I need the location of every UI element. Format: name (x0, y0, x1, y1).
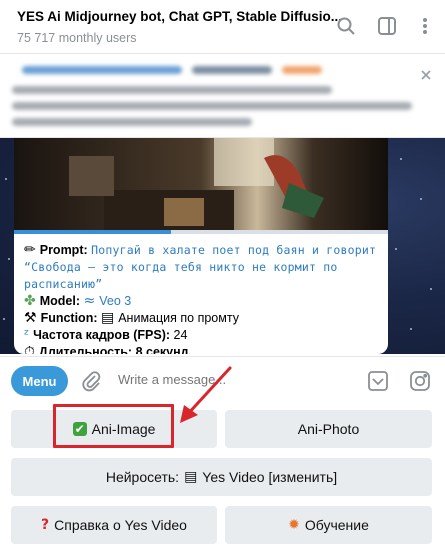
neuro-value: Yes Video [изменить] (202, 469, 338, 485)
question-icon: ? (41, 517, 50, 533)
pencil-icon: ✏ (24, 242, 36, 258)
ani-image-button[interactable]: ✔ Ani-Image (11, 410, 217, 448)
duration-label: Длительность: 8 секунд (38, 345, 189, 354)
fps-label: Частота кадров (FPS): (33, 328, 171, 342)
timer-icon: ⏱ (24, 344, 35, 354)
video-progress-bar[interactable] (14, 230, 388, 234)
function-value: Анимация по промту (118, 311, 239, 325)
paperclip-icon[interactable] (80, 369, 102, 393)
neuro-label: Нейросеть: (105, 469, 180, 485)
fps-value: 24 (173, 328, 188, 342)
learn-label: Обучение (304, 517, 369, 533)
message-bubble: ✏ Prompt: Попугай в халате поет под баян … (14, 138, 388, 354)
prompt-label: Prompt: (39, 243, 88, 257)
chat-header: YES Ai Midjourney bot, Chat GPT, Stable … (0, 0, 445, 54)
ani-photo-button[interactable]: Ani-Photo (225, 410, 432, 448)
message-composer: Menu (0, 356, 445, 404)
tools-icon: ⚒ (24, 310, 37, 326)
close-icon[interactable] (419, 68, 433, 82)
ani-photo-label: Ani-Photo (297, 421, 360, 437)
film-icon: ▤ (100, 310, 115, 326)
sleep-icon: ᶻ (24, 327, 30, 343)
help-label: Справка о Yes Video (54, 517, 187, 533)
explosion-icon: ✹ (288, 517, 300, 533)
video-progress-fill (14, 230, 172, 234)
chat-title[interactable]: YES Ai Midjourney bot, Chat GPT, Stable … (17, 9, 342, 24)
neural-network-button[interactable]: Нейросеть: ▤ Yes Video [изменить] (11, 458, 432, 496)
chat-area[interactable]: ✏ Prompt: Попугай в халате поет под баян … (0, 138, 445, 354)
chat-subtitle: 75 717 monthly users (17, 31, 137, 45)
sidebar-toggle-icon[interactable] (375, 14, 399, 38)
dolphin-icon: ≈ (83, 293, 96, 309)
help-button[interactable]: ? Справка о Yes Video (11, 506, 217, 544)
menu-button[interactable]: Menu (11, 366, 68, 396)
more-vert-icon[interactable] (413, 14, 437, 38)
message-input[interactable] (118, 372, 318, 387)
film-icon: ▤ (184, 469, 198, 485)
bot-keyboard-icon[interactable] (367, 370, 389, 392)
check-mark-icon: ✔ (72, 422, 87, 436)
puzzle-icon: ✤ (24, 293, 36, 309)
function-label: Function: (40, 311, 98, 325)
bot-keyboard: ✔ Ani-Image Ani-Photo Нейросеть: ▤ Yes Vid… (0, 404, 445, 548)
instagram-icon[interactable] (409, 370, 431, 392)
learning-button[interactable]: ✹ Обучение (225, 506, 432, 544)
message-text: ✏ Prompt: Попугай в халате поет под баян … (24, 242, 384, 354)
video-thumbnail[interactable] (14, 138, 388, 230)
search-icon[interactable] (334, 14, 358, 38)
ani-image-label: Ani-Image (91, 421, 156, 437)
pinned-blurred-content (12, 60, 432, 132)
pinned-message[interactable] (0, 54, 445, 138)
model-value[interactable]: Veo 3 (99, 294, 131, 308)
model-label: Model: (39, 294, 81, 308)
